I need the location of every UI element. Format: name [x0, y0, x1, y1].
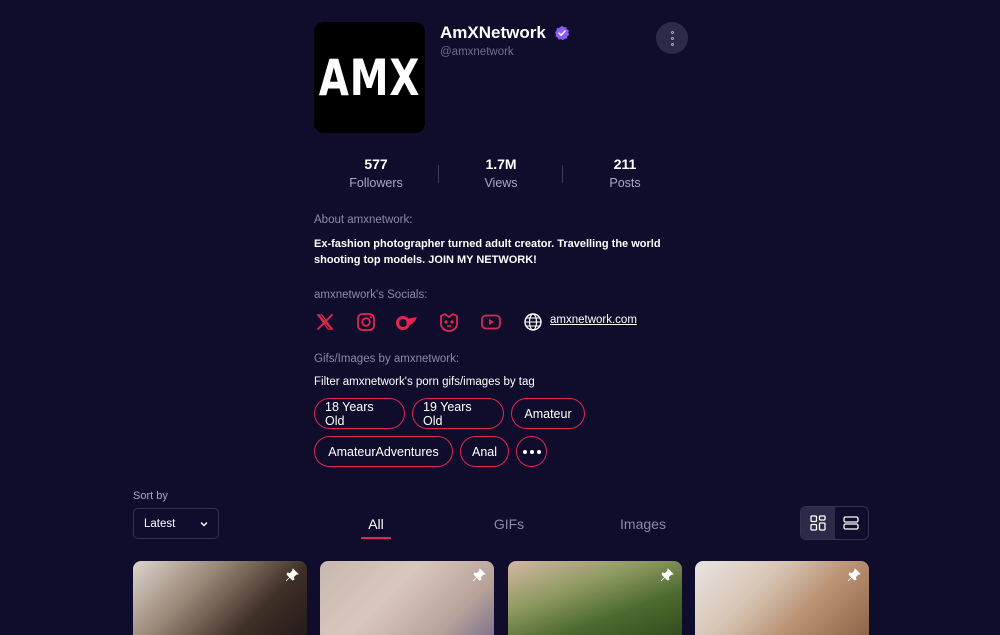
- chevron-down-icon: [200, 521, 208, 526]
- grid-view-icon: [810, 515, 826, 531]
- profile-name-row: AmXNetwork: [440, 23, 570, 43]
- dot-icon: [522, 449, 527, 454]
- website-link[interactable]: amxnetwork.com: [550, 314, 637, 326]
- dot-icon: [536, 449, 541, 454]
- about-heading: About amxnetwork:: [314, 214, 413, 226]
- tags-heading: Gifs/Images by amxnetwork:: [314, 353, 460, 365]
- profile-handle: @amxnetwork: [440, 46, 514, 58]
- tag-19-years-old[interactable]: 19 Years Old: [412, 398, 504, 429]
- stat-value: 211: [613, 156, 637, 172]
- stat-views: 1.7M Views: [439, 155, 563, 193]
- stat-value: 1.7M: [485, 156, 517, 172]
- pin-icon: [847, 568, 861, 582]
- more-dot-icon: [670, 30, 674, 34]
- tag-amateuradventures[interactable]: AmateurAdventures: [314, 436, 453, 467]
- stat-followers: 577 Followers: [314, 155, 438, 193]
- stat-posts: 211 Posts: [563, 155, 687, 193]
- globe-icon: [522, 311, 544, 333]
- stat-label: Followers: [349, 176, 403, 190]
- profile-avatar: AMX: [314, 22, 425, 133]
- youtube-icon[interactable]: [480, 311, 502, 333]
- onlyfans-icon[interactable]: [396, 311, 418, 333]
- sort-value: Latest: [144, 517, 176, 530]
- profile-name: AmXNetwork: [440, 23, 546, 42]
- grid-view-button[interactable]: [801, 507, 835, 539]
- tag-anal[interactable]: Anal: [460, 436, 509, 467]
- pin-icon: [285, 568, 299, 582]
- socials-heading: amxnetwork's Socials:: [314, 289, 428, 301]
- view-toggle: [800, 506, 869, 540]
- media-thumbnail[interactable]: [133, 561, 307, 635]
- stat-label: Views: [484, 176, 518, 190]
- pin-icon: [472, 568, 486, 582]
- verified-badge-icon: [554, 25, 570, 41]
- more-options-button[interactable]: [656, 22, 688, 54]
- avatar-logo-text: AMX: [318, 48, 421, 107]
- list-view-icon: [843, 516, 859, 530]
- media-thumbnail[interactable]: [695, 561, 869, 635]
- more-dot-icon: [670, 42, 674, 46]
- stat-label: Posts: [609, 176, 641, 190]
- sort-select[interactable]: Latest: [133, 508, 219, 539]
- tags-subheading: Filter amxnetwork's porn gifs/images by …: [314, 376, 535, 388]
- dot-icon: [529, 449, 534, 454]
- pin-icon: [660, 568, 674, 582]
- tab-gifs[interactable]: GIFs: [489, 516, 529, 532]
- about-text: Ex-fashion photographer turned adult cre…: [314, 238, 661, 266]
- more-tags-button[interactable]: [516, 436, 547, 467]
- tab-all[interactable]: All: [356, 516, 396, 532]
- sort-label: Sort by: [133, 490, 168, 502]
- tag-18-years-old[interactable]: 18 Years Old: [314, 398, 405, 429]
- more-dot-icon: [670, 36, 674, 40]
- media-thumbnail[interactable]: [508, 561, 682, 635]
- fansly-icon[interactable]: [438, 311, 460, 333]
- stat-value: 577: [364, 156, 388, 172]
- media-thumbnail[interactable]: [320, 561, 494, 635]
- tab-images[interactable]: Images: [612, 516, 674, 532]
- x-icon[interactable]: [314, 311, 336, 333]
- tag-amateur[interactable]: Amateur: [511, 398, 585, 429]
- active-tab-indicator: [361, 537, 391, 539]
- list-view-button[interactable]: [835, 507, 869, 539]
- instagram-icon[interactable]: [355, 311, 377, 333]
